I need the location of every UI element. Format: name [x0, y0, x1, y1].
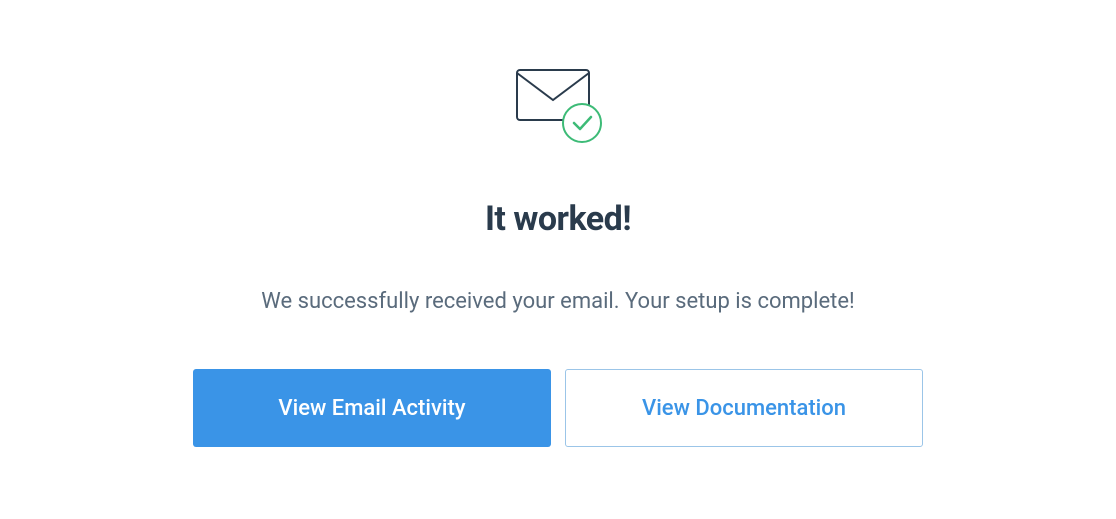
- view-email-activity-button[interactable]: View Email Activity: [193, 369, 551, 447]
- button-row: View Email Activity View Documentation: [193, 369, 923, 447]
- success-description: We successfully received your email. You…: [261, 289, 854, 314]
- success-heading: It worked!: [485, 199, 631, 239]
- envelope-check-icon: [512, 65, 604, 149]
- view-documentation-button[interactable]: View Documentation: [565, 369, 923, 447]
